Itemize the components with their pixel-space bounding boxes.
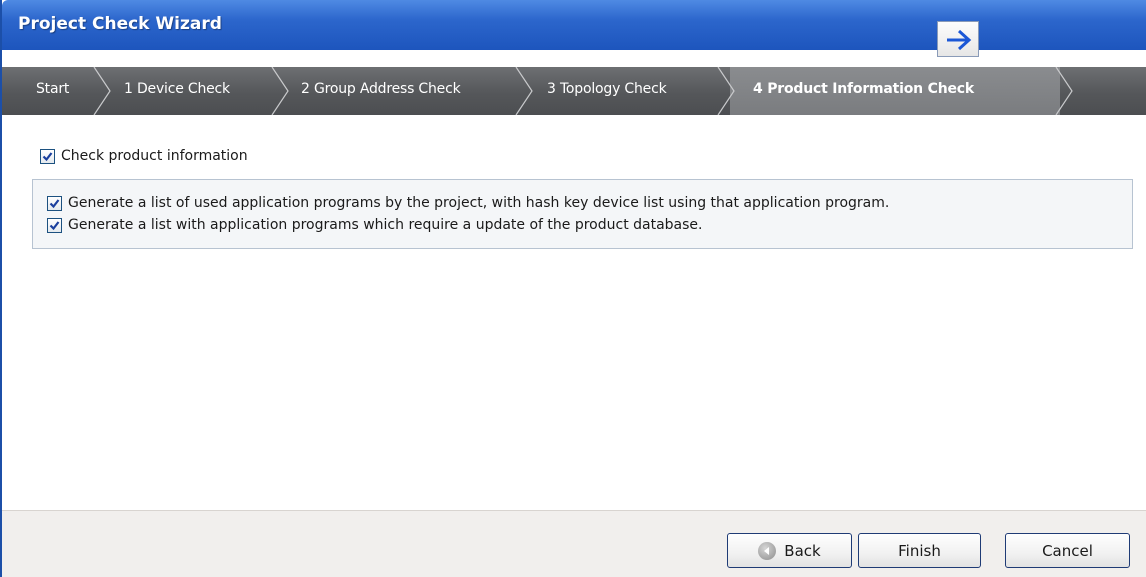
next-arrow-button[interactable] <box>937 21 979 57</box>
back-button-label: Back <box>784 541 821 560</box>
check-product-information-option: Check product information <box>40 148 248 164</box>
arrow-right-icon <box>947 29 972 51</box>
step-breadcrumb: Start 1 Device Check 2 Group Address Che… <box>2 67 1146 115</box>
step-start[interactable]: Start <box>36 81 69 97</box>
checkmark-icon <box>49 198 60 208</box>
wizard-footer: Back Finish Cancel <box>2 510 1146 577</box>
step-product-information-check[interactable]: 4 Product Information Check <box>753 81 974 97</box>
finish-button[interactable]: Finish <box>858 533 981 568</box>
check-product-information-checkbox[interactable] <box>40 148 55 164</box>
used-application-programs-label: Generate a list of used application prog… <box>68 195 890 211</box>
cancel-button-label: Cancel <box>1042 541 1093 560</box>
finish-button-label: Finish <box>898 541 941 560</box>
used-application-programs-checkbox[interactable] <box>47 195 62 211</box>
window-title: Project Check Wizard <box>18 14 222 34</box>
step-separator <box>271 67 289 115</box>
update-product-database-label: Generate a list with application program… <box>68 217 703 233</box>
step-topology-check[interactable]: 3 Topology Check <box>547 81 667 97</box>
checkmark-icon <box>42 151 53 161</box>
back-circle-icon <box>758 541 777 560</box>
checkmark-icon <box>49 220 60 230</box>
step-separator <box>1055 67 1073 115</box>
project-check-wizard: Project Check Wizard Start 1 Device Chec… <box>0 0 1146 577</box>
update-product-database-checkbox[interactable] <box>47 217 62 233</box>
check-product-information-label: Check product information <box>61 148 248 164</box>
step-separator <box>93 67 111 115</box>
sub-option: Generate a list with application program… <box>47 217 703 233</box>
step-separator <box>717 67 735 115</box>
cancel-button[interactable]: Cancel <box>1005 533 1130 568</box>
back-button[interactable]: Back <box>727 533 852 568</box>
product-information-options-group: Generate a list of used application prog… <box>32 179 1133 249</box>
step-group-address-check[interactable]: 2 Group Address Check <box>301 81 461 97</box>
wizard-content: Check product information Generate a lis… <box>2 115 1146 510</box>
step-device-check[interactable]: 1 Device Check <box>124 81 230 97</box>
sub-option: Generate a list of used application prog… <box>47 195 889 211</box>
step-separator <box>515 67 533 115</box>
